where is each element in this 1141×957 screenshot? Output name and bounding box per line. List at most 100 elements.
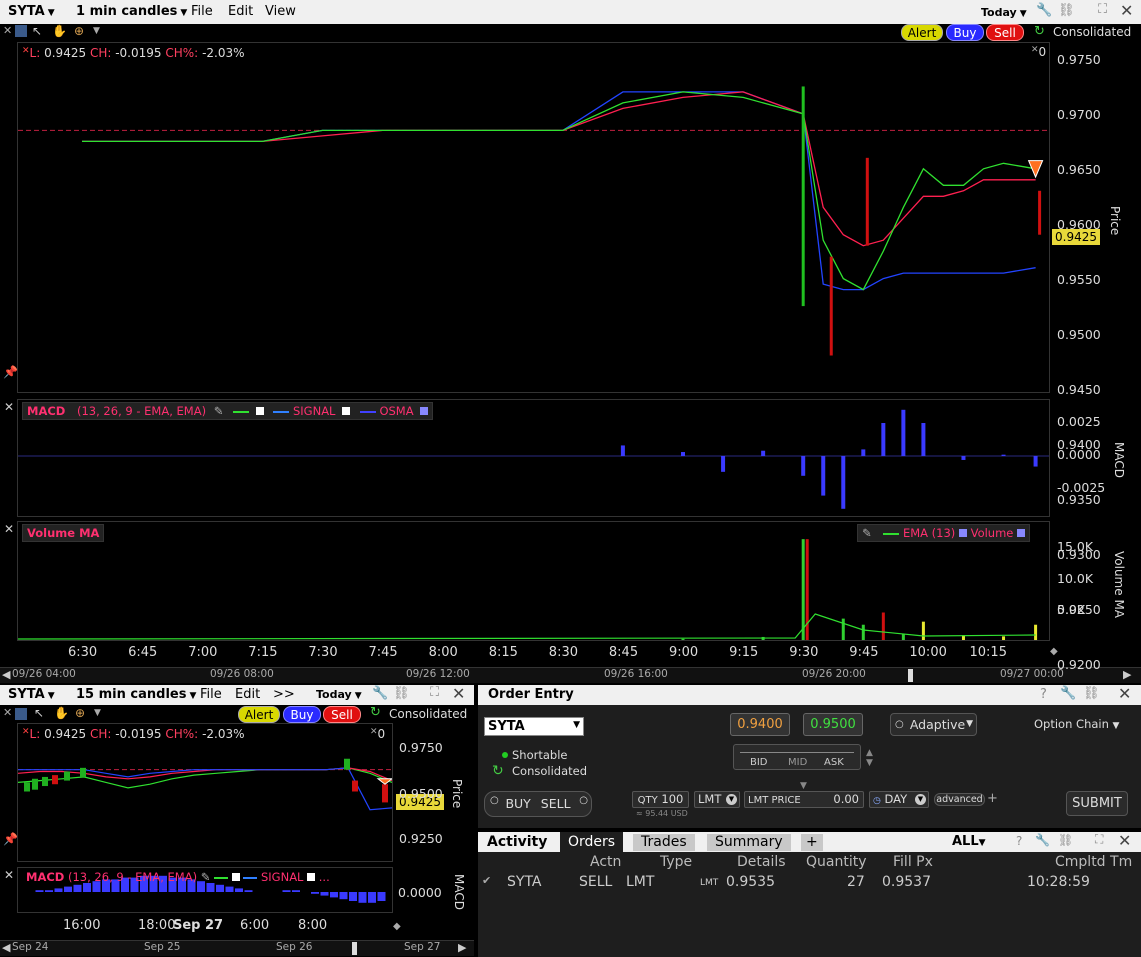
tab-summary[interactable]: Summary: [707, 834, 791, 851]
main-symbol-dropdown[interactable]: SYTA ▼: [8, 4, 55, 19]
expand-icon[interactable]: ⛶: [1098, 2, 1107, 17]
advanced-button[interactable]: advanced: [934, 793, 985, 806]
plus-icon[interactable]: +: [987, 791, 998, 806]
cursor-icon[interactable]: ↖: [34, 706, 44, 720]
pencil-icon[interactable]: ✎: [201, 870, 211, 884]
mini-menu-edit[interactable]: Edit: [235, 687, 260, 702]
close-icon[interactable]: ✕: [1118, 684, 1131, 703]
text-tool-icon[interactable]: [15, 25, 27, 37]
main-interval-dropdown[interactable]: 1 min candles ▼: [76, 4, 187, 19]
close-volume-icon[interactable]: ✕: [4, 522, 14, 536]
text-tool-icon[interactable]: [15, 708, 27, 720]
col-details[interactable]: Details: [737, 854, 786, 870]
col-fill-px[interactable]: Fill Px: [893, 854, 933, 870]
scroll-right-icon[interactable]: ▶: [1123, 668, 1131, 681]
scroll-thumb[interactable]: [352, 942, 357, 955]
ask-box[interactable]: 0.9500: [803, 713, 863, 736]
wrench-icon[interactable]: 🔧: [1035, 833, 1050, 847]
buy-button[interactable]: Buy: [946, 24, 984, 41]
option-chain-dropdown[interactable]: Option Chain ▼: [1034, 717, 1119, 731]
crosshair-icon[interactable]: ⊕: [75, 706, 85, 720]
mini-price-chart[interactable]: [18, 724, 392, 861]
mini-range-dropdown[interactable]: Today ▼: [316, 688, 362, 701]
cursor-icon[interactable]: ↖: [32, 24, 42, 38]
pin-icon[interactable]: 📌: [3, 832, 18, 846]
close-macd-icon[interactable]: ✕: [4, 400, 14, 414]
col-actn[interactable]: Actn: [590, 854, 621, 870]
volume-chart[interactable]: [18, 522, 1049, 640]
pin-icon[interactable]: 📌: [3, 365, 18, 379]
scroll-thumb[interactable]: [908, 669, 913, 682]
sell-toggle-label[interactable]: SELL: [541, 796, 571, 811]
chevron-down-icon[interactable]: ▼: [94, 708, 101, 718]
close-icon[interactable]: ✕: [1120, 1, 1133, 20]
crosshair-icon[interactable]: ⊕: [74, 24, 84, 38]
link-icon[interactable]: ⛓: [1083, 686, 1100, 701]
table-row[interactable]: ✔ SYTA SELL LMT LMT 0.9535 27 0.9537 10:…: [478, 872, 1141, 892]
expand-icon[interactable]: ⛶: [1095, 832, 1103, 847]
buy-sell-toggle[interactable]: ○ BUY SELL ○: [484, 791, 592, 817]
range-dropdown[interactable]: Today ▼: [981, 6, 1027, 19]
add-tab-button[interactable]: +: [801, 834, 823, 851]
submit-button[interactable]: SUBMIT: [1066, 791, 1128, 816]
stepper-up-icon[interactable]: ▲: [866, 748, 873, 758]
mini-scrollbar[interactable]: ◀ ▶: [0, 940, 474, 956]
scroll-left-icon[interactable]: ◀: [2, 941, 10, 954]
wrench-icon[interactable]: 🔧: [1060, 686, 1076, 701]
sell-button[interactable]: Sell: [986, 24, 1024, 41]
order-type-dropdown[interactable]: LMT ▼: [694, 791, 740, 808]
menu-view[interactable]: View: [265, 4, 296, 19]
link-icon[interactable]: ⛓: [1058, 3, 1075, 18]
mini-buy-button[interactable]: Buy: [283, 706, 321, 723]
link-icon[interactable]: ⛓: [393, 686, 410, 701]
macd-chart[interactable]: [18, 400, 1049, 516]
link-icon[interactable]: ⛓: [1058, 833, 1073, 847]
wrench-icon[interactable]: 🔧: [1036, 3, 1052, 18]
bid-box[interactable]: 0.9400: [730, 713, 790, 736]
close-icon[interactable]: ✕: [3, 24, 12, 37]
col-type[interactable]: Type: [660, 854, 692, 870]
price-chart[interactable]: [18, 43, 1049, 392]
arrow-icon[interactable]: ◆: [1050, 646, 1058, 657]
close-icon[interactable]: ✕: [1118, 831, 1131, 850]
price-slider[interactable]: BID MID ASK: [733, 744, 861, 770]
col-quantity[interactable]: Quantity: [806, 854, 867, 870]
hand-icon[interactable]: ✋: [54, 706, 69, 720]
algo-dropdown[interactable]: ○ Adaptive ▼: [890, 713, 977, 736]
col-cmpltd-tm[interactable]: Cmpltd Tm: [1055, 854, 1132, 870]
filter-dropdown[interactable]: ALL▼: [952, 834, 986, 849]
scroll-left-icon[interactable]: ◀: [2, 668, 10, 681]
lmt-price-field[interactable]: LMT PRICE 0.00: [744, 791, 864, 808]
hand-icon[interactable]: ✋: [52, 24, 67, 38]
help-icon[interactable]: ?: [1016, 834, 1022, 848]
mini-sell-button[interactable]: Sell: [323, 706, 361, 723]
alert-button[interactable]: Alert: [901, 24, 943, 41]
close-icon[interactable]: ✕: [452, 684, 465, 703]
mini-macd-more[interactable]: ...: [319, 870, 330, 884]
menu-file[interactable]: File: [191, 4, 213, 19]
close-icon[interactable]: ✕: [3, 706, 12, 719]
stepper-down-icon[interactable]: ▼: [866, 758, 873, 768]
chevron-down-icon[interactable]: ▼: [93, 26, 100, 36]
wrench-icon[interactable]: 🔧: [372, 686, 388, 701]
arrow-icon[interactable]: ◆: [393, 921, 401, 932]
close-mini-macd-icon[interactable]: ✕: [4, 868, 14, 882]
menu-edit[interactable]: Edit: [228, 4, 253, 19]
checkbox-icon[interactable]: [231, 873, 240, 881]
tab-orders[interactable]: Orders: [560, 832, 624, 852]
qty-value[interactable]: 100: [661, 792, 683, 806]
qty-field[interactable]: QTY 100: [632, 791, 689, 808]
checkbox-icon[interactable]: [307, 873, 316, 881]
mini-symbol-dropdown[interactable]: SYTA ▼: [8, 687, 55, 702]
tab-trades[interactable]: Trades: [633, 834, 695, 851]
order-symbol-select[interactable]: SYTA ▼: [484, 717, 584, 736]
mini-menu-more[interactable]: >>: [273, 687, 295, 702]
mini-interval-dropdown[interactable]: 15 min candles ▼: [76, 687, 196, 702]
main-scrollbar[interactable]: ◀ ▶: [0, 667, 1141, 683]
lmt-price-value[interactable]: 0.00: [833, 792, 859, 807]
scroll-right-icon[interactable]: ▶: [458, 941, 466, 954]
help-icon[interactable]: ?: [1040, 687, 1047, 702]
expand-icon[interactable]: ⛶: [430, 685, 439, 700]
mini-menu-file[interactable]: File: [200, 687, 222, 702]
mini-alert-button[interactable]: Alert: [238, 706, 280, 723]
